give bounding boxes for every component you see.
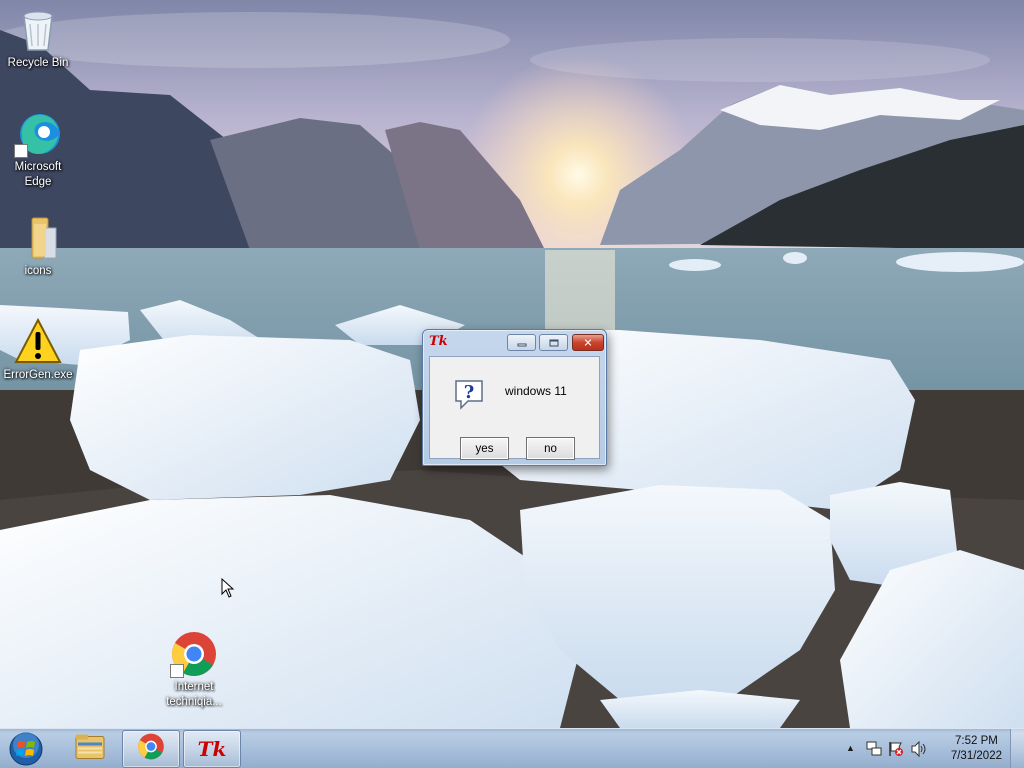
yes-button[interactable]: yes [460,437,509,460]
folder-icon [74,733,106,766]
tk-icon: Tk [197,737,227,761]
maximize-icon [549,339,558,346]
edge-icon [14,110,62,158]
close-button[interactable]: ✕ [572,334,604,351]
start-button[interactable] [4,730,48,768]
svg-text:?: ? [464,382,475,403]
desktop-icon-recycle-bin[interactable]: Recycle Bin [0,6,76,71]
question-icon: ? [452,377,486,411]
desktop-icon-errorgen[interactable]: ErrorGen.exe [0,317,76,383]
tk-icon: Tk [429,334,448,349]
warning-icon [14,317,62,366]
dialog-content: ? windows 11 yes no [429,356,600,460]
chrome-icon [137,733,165,766]
chrome-icon [170,630,218,678]
desktop-icon-microsoft-edge[interactable]: Microsoft Edge [0,110,76,190]
recycle-bin-icon [14,6,62,54]
shortcut-arrow-icon [170,664,184,678]
desktop-icon-label: icons [24,265,52,277]
show-desktop-button[interactable] [1010,729,1024,768]
dialog-titlebar[interactable]: Tk ✕ [423,330,606,356]
desktop-icon-label: Microsoft Edge [14,161,62,188]
minimize-button[interactable] [507,334,536,351]
taskbar-tk-button[interactable]: Tk [183,730,241,768]
taskbar: Tk ▲ 7:52 PM 7/31/2022 [0,728,1024,768]
action-center-flag-icon[interactable] [888,740,904,758]
clock-date: 7/31/2022 [950,750,1002,762]
desktop-icon-icons-folder[interactable]: icons [0,214,76,279]
minimize-icon [517,343,526,346]
no-button[interactable]: no [526,437,575,460]
clock-time: 7:52 PM [955,735,998,747]
desktop-icon-label: Recycle Bin [7,57,69,69]
show-hidden-icons-button[interactable]: ▲ [846,743,855,761]
windows-logo-icon [9,732,43,766]
dialog-message: windows 11 [505,384,567,398]
network-icon[interactable] [866,740,882,758]
desktop-icon-label: Internet techniqia... [166,681,222,708]
maximize-button[interactable] [539,334,568,351]
volume-icon[interactable] [910,740,928,758]
desktop-icon-internet-techniqia[interactable]: Internet techniqia... [156,630,232,710]
tk-dialog-window[interactable]: Tk ✕ ? windows 11 yes no [422,329,607,466]
taskbar-explorer-button[interactable] [61,730,119,768]
mouse-cursor-icon [221,577,235,598]
folder-icon [14,214,62,262]
desktop-icon-label: ErrorGen.exe [3,369,73,381]
taskbar-chrome-button[interactable] [122,730,180,768]
system-tray: ▲ 7:52 PM 7/31/2022 [834,729,1024,768]
clock[interactable]: 7:52 PM 7/31/2022 [951,734,1002,764]
shortcut-arrow-icon [14,144,28,158]
close-icon: ✕ [583,336,593,349]
